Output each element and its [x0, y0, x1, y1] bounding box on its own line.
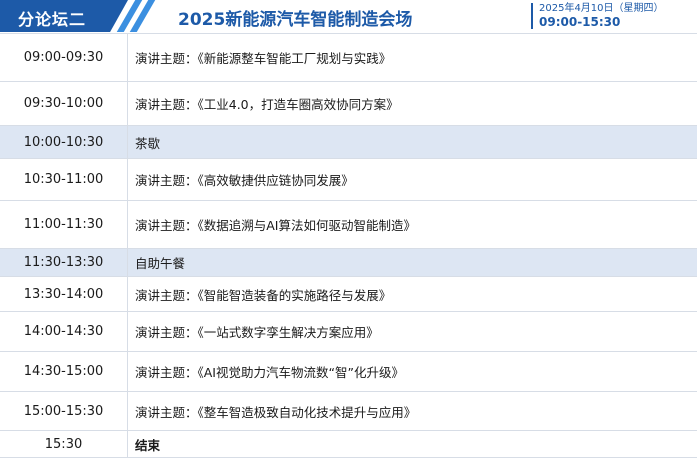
topic-cell: 演讲主题：《一站式数字孪生解决方案应用》	[135, 325, 379, 340]
time-cell: 10:30-11:00	[0, 159, 128, 200]
table-row: 09:00-09:30 演讲主题：《新能源整车智能工厂规划与实践》	[0, 34, 697, 82]
time-cell: 13:30-14:00	[0, 277, 128, 311]
schedule-table: 09:00-09:30 演讲主题：《新能源整车智能工厂规划与实践》 09:30-…	[0, 33, 697, 458]
date-box: 2025年4月10日（星期四） 09:00-15:30	[531, 3, 664, 29]
topic-cell: 自助午餐	[135, 256, 186, 271]
time-cell: 09:30-10:00	[0, 82, 128, 125]
topic-cell: 结束	[135, 437, 161, 453]
time-cell: 10:00-10:30	[0, 126, 128, 158]
topic-cell: 演讲主题：《智能智造装备的实施路径与发展》	[135, 287, 392, 303]
time-cell: 15:30	[0, 431, 128, 457]
page-title: 2025新能源汽车智能制造会场	[178, 10, 413, 30]
table-row: 14:30-15:00 演讲主题：《AI视觉助力汽车物流数“智”化升级》	[0, 352, 697, 392]
table-row: 11:00-11:30 演讲主题：《数据追溯与AI算法如何驱动智能制造》	[0, 201, 697, 249]
time-cell: 14:30-15:00	[0, 352, 128, 391]
forum-tag-label: 分论坛二	[18, 10, 87, 29]
table-row: 10:00-10:30 茶歇	[0, 126, 697, 159]
time-cell: 11:30-13:30	[0, 249, 128, 276]
topic-cell: 茶歇	[135, 135, 161, 151]
table-row: 15:30 结束	[0, 431, 697, 458]
table-row: 09:30-10:00 演讲主题：《工业4.0，打造车圈高效协同方案》	[0, 82, 697, 126]
forum-tag: 分论坛二	[0, 0, 128, 32]
table-row: 15:00-15:30 演讲主题：《整车智造极致自动化技术提升与应用》	[0, 392, 697, 431]
event-time: 09:00-15:30	[539, 15, 621, 29]
topic-cell: 演讲主题：《工业4.0，打造车圈高效协同方案》	[135, 97, 399, 112]
header: 分论坛二 2025新能源汽车智能制造会场 2025年4月10日（星期四） 09:…	[0, 0, 700, 32]
time-cell: 09:00-09:30	[0, 34, 128, 81]
table-row: 10:30-11:00 演讲主题：《高效敏捷供应链协同发展》	[0, 159, 697, 201]
topic-cell: 演讲主题：《新能源整车智能工厂规划与实践》	[135, 51, 392, 66]
table-row: 11:30-13:30 自助午餐	[0, 249, 697, 277]
time-cell: 14:00-14:30	[0, 312, 128, 351]
topic-cell: 演讲主题：《AI视觉助力汽车物流数“智”化升级》	[135, 365, 404, 380]
topic-cell: 演讲主题：《整车智造极致自动化技术提升与应用》	[135, 404, 417, 420]
time-cell: 15:00-15:30	[0, 392, 128, 430]
topic-cell: 演讲主题：《高效敏捷供应链协同发展》	[135, 173, 354, 188]
table-row: 14:00-14:30 演讲主题：《一站式数字孪生解决方案应用》	[0, 312, 697, 352]
time-cell: 11:00-11:30	[0, 201, 128, 248]
topic-cell: 演讲主题：《数据追溯与AI算法如何驱动智能制造》	[135, 218, 416, 233]
table-row: 13:30-14:00 演讲主题：《智能智造装备的实施路径与发展》	[0, 277, 697, 312]
event-date: 2025年4月10日（星期四）	[539, 3, 664, 14]
